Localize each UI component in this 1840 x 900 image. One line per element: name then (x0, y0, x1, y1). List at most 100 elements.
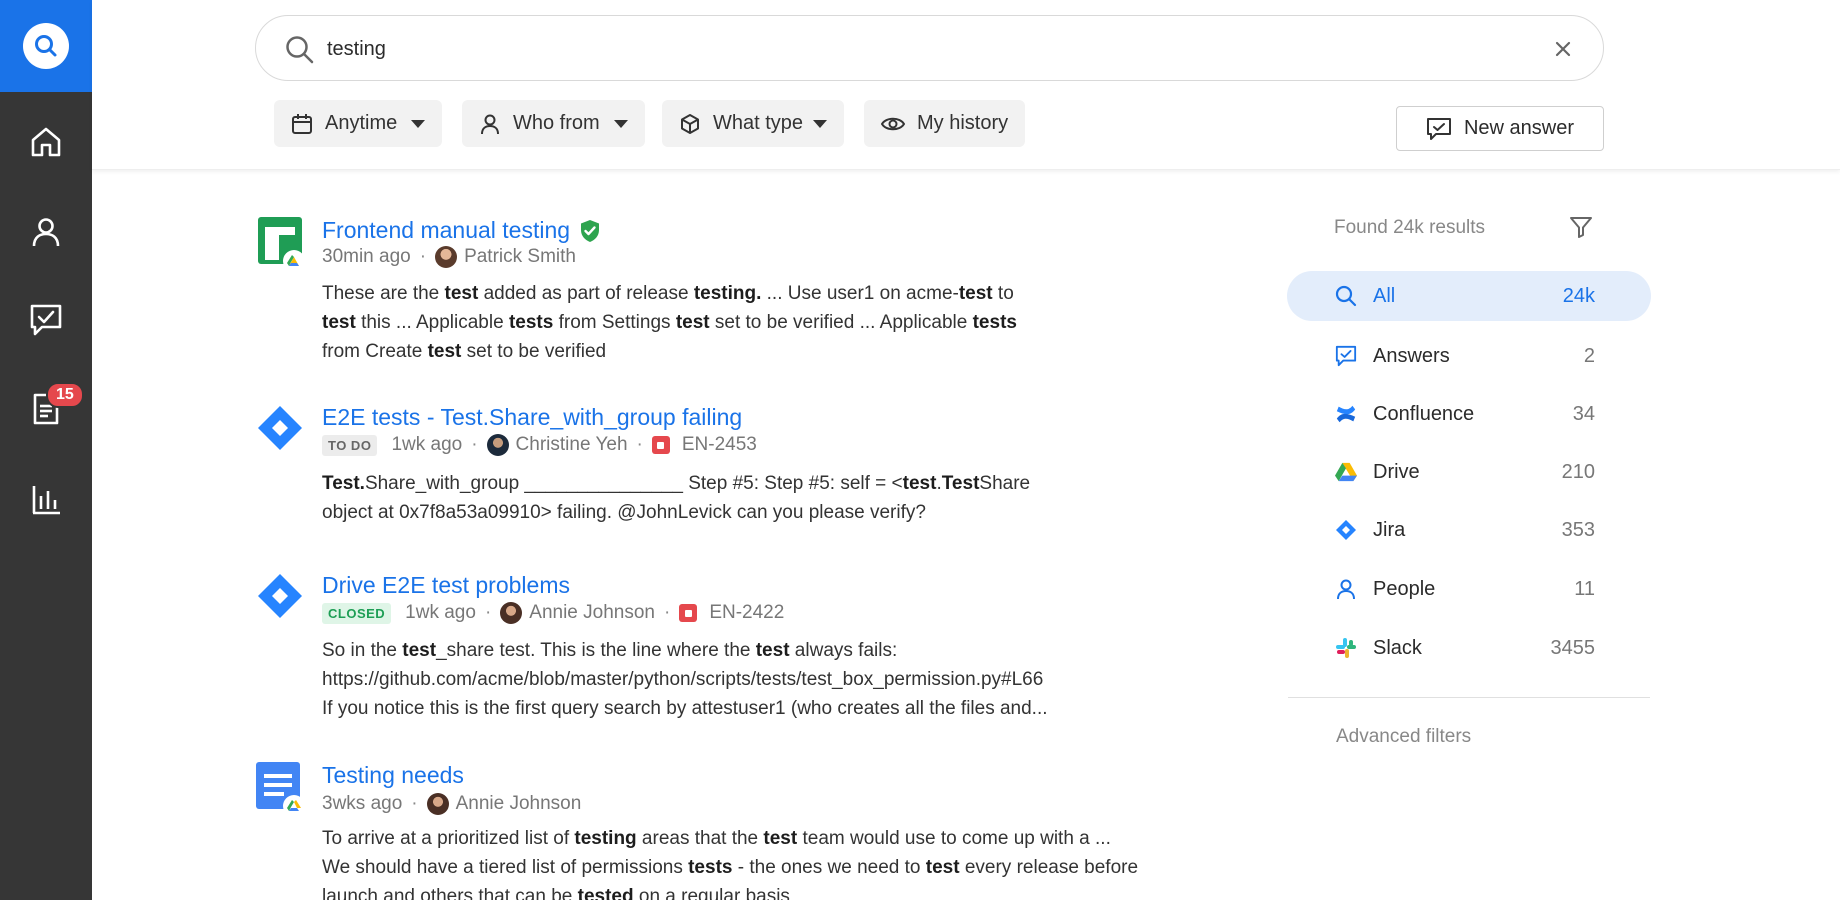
avatar[interactable] (435, 246, 458, 268)
sidebar-item-answers[interactable] (0, 285, 92, 355)
facet-count: 2 (1583, 344, 1595, 367)
separator-dot: · (471, 434, 478, 455)
chevron-down-icon (613, 119, 628, 128)
snippet-line: launch and others that can be tested on … (322, 886, 790, 900)
jira-icon (256, 404, 306, 454)
search-input[interactable] (327, 32, 1507, 66)
sidebar-item-documents[interactable]: 15 (0, 374, 92, 444)
results-count: Found 24k results (1334, 217, 1486, 238)
ticket-id[interactable]: EN-2422 (709, 602, 784, 624)
facet-people[interactable]: People 11 (1287, 564, 1651, 614)
new-answer-button[interactable]: New answer (1396, 106, 1604, 151)
facet-count: 3455 (1550, 636, 1596, 659)
facet-label: All (1373, 284, 1396, 307)
result-meta: 3wks ago · Annie Johnson (322, 793, 581, 815)
result-snippet: To arrive at a prioritized list of testi… (322, 824, 1138, 900)
result-title[interactable]: Testing needs (322, 762, 464, 789)
result-title-link[interactable]: Frontend manual testing (322, 217, 601, 244)
calendar-icon (291, 113, 313, 135)
snippet-line: https://github.com/acme/blob/master/pyth… (322, 669, 1044, 690)
avatar[interactable] (500, 602, 523, 624)
result-title[interactable]: Frontend manual testing (322, 217, 570, 244)
separator-dot: · (484, 602, 492, 623)
result-title[interactable]: Drive E2E test problems (322, 572, 570, 599)
result-item: E2E tests - Test.Share_with_group failin… (256, 404, 1256, 534)
filter-what-type[interactable]: What type (662, 100, 845, 147)
snippet-line: So in the test_share test. This is the l… (322, 640, 898, 661)
home-icon (31, 127, 61, 157)
result-snippet: These are the test added as part of rele… (322, 279, 1017, 366)
facet-label: Slack (1373, 636, 1422, 659)
divider (1288, 697, 1650, 698)
facet-slack[interactable]: Slack 3455 (1287, 623, 1651, 673)
filter-who-from[interactable]: Who from (462, 100, 645, 147)
sidebar-item-home[interactable] (0, 107, 92, 177)
result-item: Drive E2E test problems CLOSED 1wk ago ·… (256, 572, 1256, 732)
facet-drive[interactable]: Drive 210 (1287, 447, 1651, 497)
filter-anytime[interactable]: Anytime (274, 100, 443, 147)
result-author[interactable]: Annie Johnson (456, 793, 582, 815)
facet-count: 353 (1561, 518, 1595, 541)
jira-icon (256, 572, 306, 622)
result-snippet: Test.Share_with_group _______________ St… (322, 469, 1030, 527)
notification-badge: 15 (46, 382, 84, 408)
bar-chart-icon (32, 486, 60, 515)
ticket-id[interactable]: EN-2453 (682, 434, 757, 456)
status-badge: CLOSED (322, 602, 392, 624)
result-title-link[interactable]: Drive E2E test problems (322, 572, 570, 599)
facet-label: Drive (1373, 460, 1420, 483)
snippet-line: These are the test added as part of rele… (322, 283, 1014, 304)
jira-icon (1335, 519, 1357, 541)
person-icon (1335, 578, 1357, 600)
filter-what-type-label: What type (713, 112, 804, 134)
confluence-icon (1335, 403, 1357, 425)
snippet-line: object at 0x7f8a53a09910> failing. @John… (322, 502, 926, 523)
search-icon (1335, 285, 1357, 307)
filter-funnel-icon[interactable] (1569, 215, 1593, 244)
avatar[interactable] (426, 793, 449, 815)
sidebar-item-analytics[interactable] (0, 464, 92, 534)
sidebar: 15 (0, 0, 92, 900)
snippet-line: We should have a tiered list of permissi… (322, 857, 1139, 878)
filter-who-from-label: Who from (513, 112, 600, 134)
header: Anytime Who from What type My history Ne… (92, 0, 1840, 170)
result-title[interactable]: E2E tests - Test.Share_with_group failin… (322, 404, 742, 431)
clear-search-button[interactable] (1550, 36, 1576, 62)
filter-anytime-label: Anytime (325, 112, 398, 134)
drive-icon (1335, 461, 1357, 483)
facet-count: 24k (1562, 284, 1595, 307)
slack-icon (1335, 637, 1357, 659)
search-bar[interactable] (255, 15, 1604, 81)
result-title-link[interactable]: Testing needs (322, 762, 464, 789)
result-author[interactable]: Annie Johnson (529, 602, 655, 624)
filter-my-history-label: My history (917, 112, 1009, 134)
sidebar-item-people[interactable] (0, 197, 92, 267)
advanced-filters-link[interactable]: Advanced filters (1336, 726, 1471, 748)
facet-all[interactable]: All 24k (1287, 271, 1651, 321)
snippet-line: test this ... Applicable tests from Sett… (322, 312, 1017, 333)
result-item: Testing needs 3wks ago · Annie Johnson T… (256, 762, 1256, 900)
app-logo[interactable] (0, 0, 92, 92)
close-icon (1555, 41, 1571, 57)
filter-my-history[interactable]: My history (864, 100, 1026, 147)
search-icon (284, 34, 316, 71)
result-author[interactable]: Patrick Smith (464, 246, 576, 268)
facet-label: Jira (1373, 518, 1406, 541)
result-title-link[interactable]: E2E tests - Test.Share_with_group failin… (322, 404, 742, 431)
result-author[interactable]: Christine Yeh (516, 434, 628, 456)
facet-jira[interactable]: Jira 353 (1287, 505, 1651, 555)
avatar[interactable] (486, 434, 509, 456)
result-time: 1wk ago (391, 434, 463, 455)
facet-confluence[interactable]: Confluence 34 (1287, 389, 1651, 439)
result-time: 1wk ago (405, 602, 476, 623)
separator-dot: · (419, 246, 427, 267)
snippet-line: To arrive at a prioritized list of testi… (322, 828, 1111, 849)
facet-label: Confluence (1373, 402, 1475, 425)
result-item: Frontend manual testing 30min ago · Patr… (256, 217, 1256, 367)
snippet-line: from Create test set to be verified (322, 341, 607, 362)
verified-shield-icon (581, 219, 600, 242)
facet-answers[interactable]: Answers 2 (1287, 331, 1651, 381)
answers-icon (1426, 117, 1452, 141)
result-meta: 30min ago · Patrick Smith (322, 246, 576, 268)
logo-search-icon (23, 23, 69, 69)
